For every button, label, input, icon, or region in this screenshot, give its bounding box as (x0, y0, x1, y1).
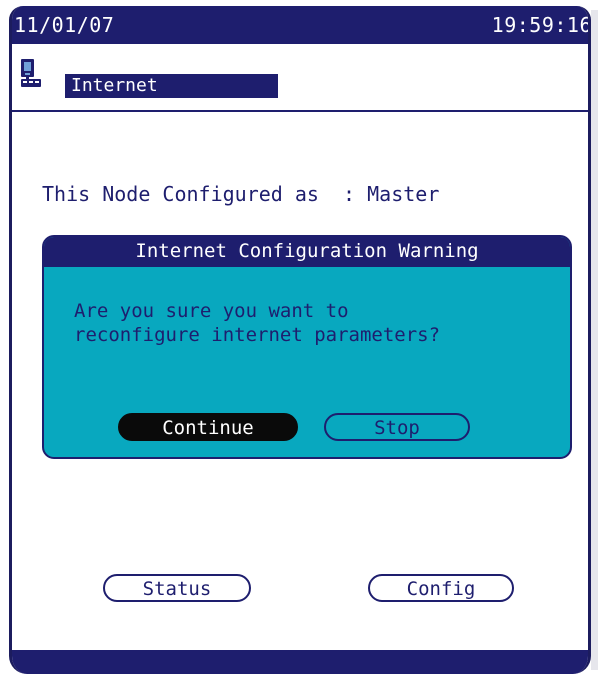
dialog-title: Internet Configuration Warning (44, 237, 570, 267)
title-row: Internet (12, 44, 588, 112)
stop-button[interactable]: Stop (324, 413, 470, 441)
device-frame: 11/01/07 19:59:16 Internet This Node Con… (0, 0, 598, 678)
dialog-message: Are you sure you want to reconfigure int… (74, 300, 441, 346)
warning-dialog: Internet Configuration Warning Are you s… (42, 235, 572, 459)
screen: 11/01/07 19:59:16 Internet This Node Con… (9, 6, 591, 674)
status-bar: 11/01/07 19:59:16 (12, 6, 588, 44)
config-button[interactable]: Config (368, 574, 514, 602)
page-title: Internet (65, 74, 278, 98)
network-node-icon (21, 59, 41, 87)
status-button[interactable]: Status (103, 574, 251, 602)
date-display: 11/01/07 (14, 13, 115, 37)
time-display: 19:59:16 (491, 13, 591, 37)
bottom-bar (12, 650, 588, 674)
frame-shadow (591, 10, 598, 670)
continue-button[interactable]: Continue (118, 413, 298, 441)
node-configuration-status: This Node Configured as : Master (42, 182, 440, 206)
